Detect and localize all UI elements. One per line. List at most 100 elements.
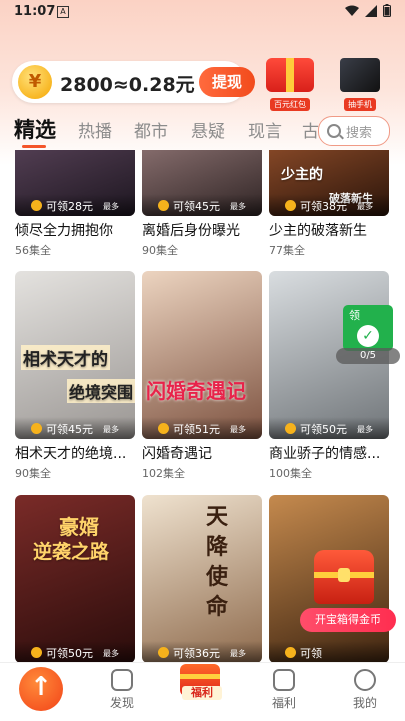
reward-text: 可领 — [300, 647, 322, 660]
treasure-chest-icon — [314, 550, 374, 604]
drama-title: 商业骄子的情感... — [269, 446, 381, 462]
task-red-packet[interactable]: 领 ✓ — [340, 305, 395, 353]
nav-discover[interactable]: 发现 — [92, 669, 152, 711]
reward-strip: 可领36元 最多 — [142, 641, 262, 662]
nav-me[interactable]: 我的 — [335, 669, 395, 711]
withdraw-button[interactable]: 提现 — [199, 67, 255, 97]
search-box[interactable]: 搜索 — [318, 116, 390, 146]
nav-welfare-center[interactable]: 福利 — [178, 662, 222, 700]
reward-text: 可领45元 — [173, 200, 220, 213]
drama-card[interactable]: 可领45元 最多 离婚后身份曝光 90集全 — [142, 150, 262, 258]
treasure-chest-label: 开宝箱得金币 — [300, 608, 396, 632]
play-icon — [111, 669, 133, 691]
reward-suffix: 最多 — [103, 425, 119, 434]
tab-modern-romance[interactable]: 现言 — [248, 117, 282, 142]
drama-title: 离婚后身份曝光 — [142, 223, 240, 239]
tab-hot[interactable]: 热播 — [78, 117, 112, 142]
phone-lottery-promo[interactable]: 抽手机 — [332, 58, 388, 111]
reward-suffix: 最多 — [357, 202, 373, 211]
reward-text: 可领50元 — [46, 647, 93, 660]
phone-lottery-label: 抽手机 — [344, 98, 376, 111]
drama-card[interactable]: 少主的 破落新生 可领38元最多 少主的破落新生 77集全 — [269, 150, 389, 258]
poster-title-text: 少主的 — [281, 167, 323, 183]
coin-balance: 2800≈0.28元 — [60, 74, 195, 96]
app-notification-icon: A — [57, 6, 69, 18]
drama-episodes: 102集全 — [142, 467, 185, 480]
red-packet-promo[interactable]: 百元红包 — [262, 58, 318, 111]
tab-featured[interactable]: 精选 — [14, 114, 56, 144]
search-icon — [327, 124, 341, 138]
reward-suffix: 最多 — [357, 425, 373, 434]
drama-title: 倾尽全力拥抱你 — [15, 223, 113, 239]
phone-icon — [340, 58, 380, 92]
coin-balance-pill[interactable]: ¥ 2800≈0.28元 提现 — [12, 61, 255, 103]
treasure-chest-widget[interactable]: 开宝箱得金币 — [300, 550, 400, 634]
tab-mystery[interactable]: 悬疑 — [191, 117, 225, 142]
up-arrow-button[interactable]: ↑ — [19, 667, 63, 711]
nav-label: 福利 — [182, 686, 222, 700]
drama-episodes: 90集全 — [142, 244, 178, 257]
reward-text: 可领50元 — [300, 423, 347, 436]
welfare-icon — [273, 669, 295, 691]
reward-strip: 可领45元 最多 — [142, 194, 262, 216]
signal-icon — [365, 4, 377, 17]
poster-title-text: 逆袭之路 — [33, 541, 110, 563]
gift-box-icon: 福利 — [180, 664, 222, 700]
reward-strip: 可领45元 最多 — [15, 417, 135, 439]
red-packet-icon — [266, 58, 314, 92]
reward-strip: 可领51元 最多 — [142, 417, 262, 439]
drama-poster: 相术天才的 绝境突围 可领45元 最多 — [15, 271, 135, 439]
status-icons — [345, 4, 391, 17]
coin-icon — [158, 647, 169, 658]
drama-card[interactable]: 豪婿 逆袭之路 可领50元 最多 — [15, 495, 135, 662]
reward-suffix: 最多 — [103, 202, 119, 211]
battery-icon — [383, 4, 391, 17]
poster-title-text: 相术天才的 — [21, 345, 110, 370]
drama-episodes: 90集全 — [15, 467, 51, 480]
reward-strip: 可领50元 最多 — [269, 417, 389, 439]
poster-title-text: 绝境突围 — [67, 379, 135, 403]
wifi-icon — [345, 5, 359, 16]
status-time: 11:07 — [14, 4, 56, 19]
coin-icon — [285, 647, 296, 658]
coin-icon — [31, 647, 42, 658]
drama-episodes: 100集全 — [269, 467, 312, 480]
drama-poster: 豪婿 逆袭之路 可领50元 最多 — [15, 495, 135, 662]
drama-poster: 可领45元 最多 — [142, 150, 262, 216]
reward-suffix: 最多 — [230, 425, 246, 434]
tab-ancient[interactable]: 古 — [302, 117, 319, 142]
drama-card[interactable]: 相术天才的 绝境突围 可领45元 最多 相术天才的绝境... 90集全 — [15, 271, 135, 481]
nav-welfare[interactable]: 福利 — [254, 669, 314, 711]
reward-text: 可领36元 — [173, 647, 220, 660]
coin-icon — [31, 423, 42, 434]
reward-strip: 可领 — [269, 641, 389, 662]
drama-poster: 少主的 破落新生 可领38元最多 — [269, 150, 389, 216]
drama-card[interactable]: 可领28元 最多 倾尽全力拥抱你 56集全 — [15, 150, 135, 258]
drama-card[interactable]: 闪婚奇遇记 可领51元 最多 闪婚奇遇记 102集全 — [142, 271, 262, 481]
task-packet-icon: 领 ✓ — [343, 305, 393, 351]
poster-title-text: 豪婿 — [59, 515, 99, 539]
nav-label: 我的 — [352, 696, 377, 710]
tab-urban[interactable]: 都市 — [134, 117, 168, 142]
drama-poster: 可领28元 最多 — [15, 150, 135, 216]
coin-icon — [158, 200, 169, 211]
coin-icon — [158, 423, 169, 434]
poster-title-text: 闪婚奇遇记 — [146, 379, 246, 403]
drama-title: 少主的破落新生 — [269, 223, 367, 239]
reward-text: 可领51元 — [173, 423, 220, 436]
drama-card[interactable]: 可领50元 最多 商业骄子的情感... 100集全 — [269, 271, 389, 481]
drama-title: 相术天才的绝境... — [15, 446, 127, 462]
active-tab-indicator — [22, 145, 46, 148]
coin-icon — [285, 423, 296, 434]
reward-text: 可领45元 — [46, 423, 93, 436]
search-placeholder: 搜索 — [346, 126, 373, 141]
drama-card[interactable]: 天降使命 可领36元 最多 — [142, 495, 262, 662]
reward-text: 可领28元 — [46, 200, 93, 213]
drama-episodes: 77集全 — [269, 244, 305, 257]
reward-suffix: 最多 — [230, 649, 246, 658]
poster-title-text: 天降使命 — [206, 505, 229, 620]
task-progress: 0/5 — [336, 348, 400, 364]
profile-icon — [354, 669, 376, 691]
coin-icon: ¥ — [18, 65, 52, 99]
red-packet-label: 百元红包 — [270, 98, 310, 111]
